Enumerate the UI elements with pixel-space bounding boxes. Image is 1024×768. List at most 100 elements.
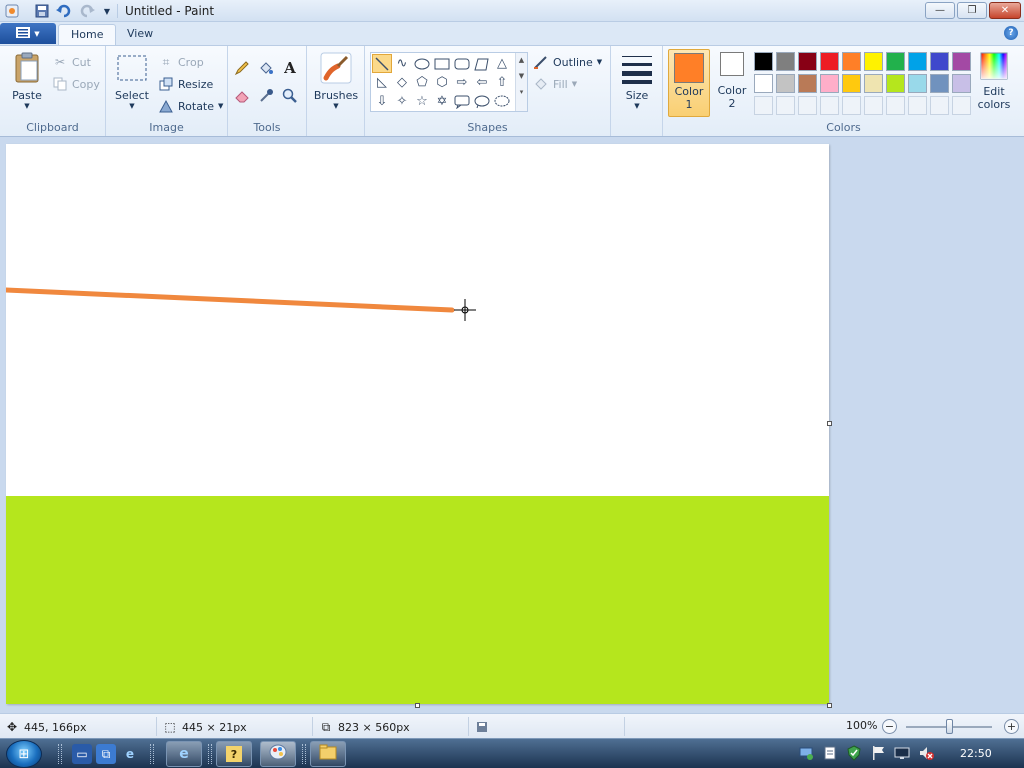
palette-custom-slot[interactable] xyxy=(908,96,927,115)
magnifier-icon[interactable] xyxy=(282,88,298,104)
five-point-star-shape-icon[interactable]: ☆ xyxy=(412,92,432,111)
crop-button[interactable]: ⌗ Crop xyxy=(158,54,204,70)
color2-button[interactable]: Color 2 xyxy=(713,52,751,110)
scroll-up-icon[interactable]: ▲ xyxy=(516,56,527,64)
palette-color-swatch[interactable] xyxy=(798,52,817,71)
color1-button[interactable]: Color 1 xyxy=(668,49,710,117)
palette-custom-slot[interactable] xyxy=(952,96,971,115)
palette-color-swatch[interactable] xyxy=(908,52,927,71)
action-center-flag-icon[interactable] xyxy=(870,745,886,761)
rounded-callout-shape-icon[interactable] xyxy=(452,92,472,111)
taskbar-grip[interactable] xyxy=(302,744,306,764)
pentagon-shape-icon[interactable]: ⬠ xyxy=(412,73,432,92)
resize-handle-corner[interactable] xyxy=(827,703,832,708)
palette-custom-slot[interactable] xyxy=(864,96,883,115)
palette-color-swatch[interactable] xyxy=(908,74,927,93)
outline-button[interactable]: Outline ▼ xyxy=(533,54,602,70)
palette-color-swatch[interactable] xyxy=(864,52,883,71)
right-arrow-shape-icon[interactable]: ⇨ xyxy=(452,73,472,92)
curve-shape-icon[interactable]: ∿ xyxy=(392,54,412,73)
switch-windows-icon[interactable]: ⧉ xyxy=(96,744,116,764)
palette-custom-slot[interactable] xyxy=(886,96,905,115)
palette-color-swatch[interactable] xyxy=(952,74,971,93)
clock[interactable]: 22:50 xyxy=(960,747,992,760)
security-tray-icon[interactable] xyxy=(846,745,862,761)
palette-color-swatch[interactable] xyxy=(886,74,905,93)
fill-button[interactable]: Fill ▼ xyxy=(533,76,577,92)
help-icon[interactable]: ? xyxy=(1004,26,1018,40)
scroll-down-icon[interactable]: ▼ xyxy=(516,72,527,80)
fill-bucket-icon[interactable] xyxy=(258,60,274,76)
select-button[interactable]: Select ▼ xyxy=(112,52,152,110)
palette-color-swatch[interactable] xyxy=(930,74,949,93)
right-triangle-shape-icon[interactable]: ◺ xyxy=(372,73,392,92)
up-arrow-shape-icon[interactable]: ⇧ xyxy=(492,73,512,92)
palette-custom-slot[interactable] xyxy=(798,96,817,115)
palette-custom-slot[interactable] xyxy=(930,96,949,115)
paint-app-icon[interactable] xyxy=(3,2,21,20)
eraser-icon[interactable] xyxy=(234,88,250,104)
maximize-button[interactable]: ❐ xyxy=(957,2,987,19)
palette-color-swatch[interactable] xyxy=(952,52,971,71)
palette-color-swatch[interactable] xyxy=(776,52,795,71)
brushes-button[interactable]: Brushes ▼ xyxy=(313,52,359,110)
palette-color-swatch[interactable] xyxy=(842,74,861,93)
resize-handle-right[interactable] xyxy=(827,421,832,426)
line-shape-icon[interactable] xyxy=(372,54,392,73)
rotate-button[interactable]: Rotate ▼ xyxy=(158,98,223,114)
taskbar-paint[interactable] xyxy=(260,741,296,767)
taskbar-explorer[interactable] xyxy=(310,741,346,767)
polygon-shape-icon[interactable] xyxy=(472,54,492,73)
taskbar-help[interactable]: ? xyxy=(216,741,252,767)
save-icon[interactable] xyxy=(33,2,51,20)
internet-explorer-icon[interactable]: e xyxy=(120,744,140,764)
taskbar-grip[interactable] xyxy=(58,744,62,764)
edit-colors-button[interactable]: Edit colors xyxy=(975,52,1013,111)
palette-color-swatch[interactable] xyxy=(842,52,861,71)
text-tool-icon[interactable]: A xyxy=(282,59,298,77)
rectangle-shape-icon[interactable] xyxy=(432,54,452,73)
resize-handle-bottom[interactable] xyxy=(415,703,420,708)
drawing-canvas[interactable] xyxy=(6,144,829,704)
triangle-shape-icon[interactable]: △ xyxy=(492,54,512,73)
six-point-star-shape-icon[interactable]: ✡ xyxy=(432,92,452,111)
palette-custom-slot[interactable] xyxy=(776,96,795,115)
size-button[interactable]: Size ▼ xyxy=(619,52,655,110)
palette-color-swatch[interactable] xyxy=(930,52,949,71)
resize-button[interactable]: Resize xyxy=(158,76,213,92)
diamond-shape-icon[interactable]: ◇ xyxy=(392,73,412,92)
palette-color-swatch[interactable] xyxy=(820,74,839,93)
palette-custom-slot[interactable] xyxy=(754,96,773,115)
undo-icon[interactable] xyxy=(55,2,73,20)
copy-button[interactable]: Copy xyxy=(52,76,100,92)
network-tray-icon[interactable] xyxy=(798,745,814,761)
four-point-star-shape-icon[interactable]: ✧ xyxy=(392,92,412,111)
paint-menu-button[interactable]: ▼ xyxy=(0,23,56,44)
expand-gallery-icon[interactable]: ▾ xyxy=(516,88,527,96)
customize-quick-access-icon[interactable]: ▼ xyxy=(98,2,116,20)
display-tray-icon[interactable] xyxy=(894,745,910,761)
tab-view[interactable]: View xyxy=(115,24,165,45)
palette-custom-slot[interactable] xyxy=(842,96,861,115)
color-picker-icon[interactable] xyxy=(258,88,274,104)
palette-color-swatch[interactable] xyxy=(798,74,817,93)
hexagon-shape-icon[interactable]: ⬡ xyxy=(432,73,452,92)
left-arrow-shape-icon[interactable]: ⇦ xyxy=(472,73,492,92)
zoom-in-button[interactable]: + xyxy=(1004,719,1019,734)
taskbar-internet-explorer[interactable]: e xyxy=(166,741,202,767)
palette-color-swatch[interactable] xyxy=(886,52,905,71)
palette-custom-slot[interactable] xyxy=(820,96,839,115)
cloud-callout-shape-icon[interactable] xyxy=(492,92,512,111)
paste-button[interactable]: Paste ▼ xyxy=(6,52,48,110)
zoom-out-button[interactable]: − xyxy=(882,719,897,734)
palette-color-swatch[interactable] xyxy=(754,52,773,71)
document-tray-icon[interactable] xyxy=(822,745,838,761)
start-button[interactable]: ⊞ xyxy=(6,740,42,768)
oval-callout-shape-icon[interactable] xyxy=(472,92,492,111)
volume-muted-icon[interactable] xyxy=(918,745,934,761)
rounded-rectangle-shape-icon[interactable] xyxy=(452,54,472,73)
pencil-icon[interactable] xyxy=(234,60,250,76)
close-button[interactable]: ✕ xyxy=(989,2,1021,19)
down-arrow-shape-icon[interactable]: ⇩ xyxy=(372,92,392,111)
palette-color-swatch[interactable] xyxy=(776,74,795,93)
